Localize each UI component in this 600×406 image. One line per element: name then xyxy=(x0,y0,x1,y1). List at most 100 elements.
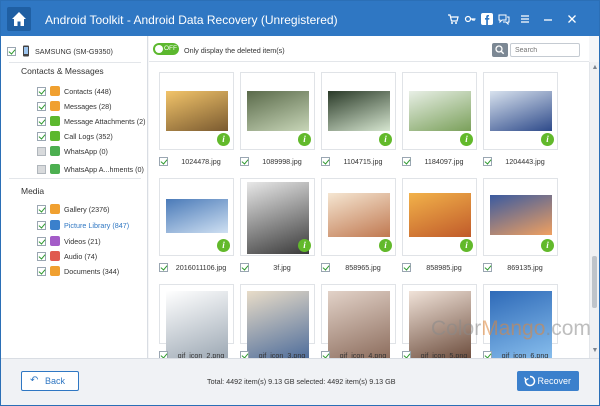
file-thumbnail[interactable]: i xyxy=(402,72,477,150)
file-name-row: gif_icon_3.png xyxy=(240,350,315,358)
back-arrow-icon: ↶ xyxy=(30,375,39,386)
file-checkbox[interactable] xyxy=(402,350,411,358)
scroll-down-icon[interactable]: ▼ xyxy=(591,347,599,355)
minimize-icon[interactable] xyxy=(542,13,554,25)
sidebar-item-checkbox[interactable] xyxy=(37,86,46,96)
sidebar-item-label: Messages (28) xyxy=(64,101,112,111)
watermark-suffix: .com xyxy=(545,317,591,340)
file-checkbox[interactable] xyxy=(240,156,249,166)
scroll-thumb[interactable] xyxy=(592,256,597,308)
menu-icon[interactable] xyxy=(519,13,531,25)
file-checkbox[interactable] xyxy=(159,262,168,272)
whatsapp-icon xyxy=(50,146,60,156)
title-bar: Android Toolkit - Android Data Recovery … xyxy=(1,1,599,36)
info-icon[interactable]: i xyxy=(460,239,473,252)
app-window: Android Toolkit - Android Data Recovery … xyxy=(0,0,600,406)
phone-icon xyxy=(23,45,29,57)
file-checkbox[interactable] xyxy=(159,350,168,358)
search-button[interactable] xyxy=(492,43,508,57)
sidebar-item-checkbox[interactable] xyxy=(37,131,46,141)
file-checkbox[interactable] xyxy=(321,350,330,358)
file-thumbnail[interactable]: i xyxy=(159,178,234,256)
info-icon[interactable]: i xyxy=(379,133,392,146)
file-thumbnail[interactable]: i xyxy=(159,72,234,150)
close-icon[interactable] xyxy=(566,13,578,25)
info-icon[interactable]: i xyxy=(460,133,473,146)
info-icon[interactable]: i xyxy=(541,133,554,146)
file-checkbox[interactable] xyxy=(321,262,330,272)
back-button[interactable]: ↶ Back xyxy=(21,371,79,391)
device-row[interactable]: SAMSUNG (SM-G9350) xyxy=(7,45,113,57)
file-thumbnail[interactable] xyxy=(321,284,396,358)
sidebar-item-checkbox[interactable] xyxy=(37,101,46,111)
search-icon xyxy=(495,45,505,55)
sidebar-item-checkbox[interactable] xyxy=(37,164,46,174)
sidebar-item[interactable]: Documents (344) xyxy=(37,265,119,277)
file-checkbox[interactable] xyxy=(483,350,492,358)
sidebar-item[interactable]: Gallery (2376) xyxy=(37,203,110,215)
info-icon[interactable]: i xyxy=(217,239,230,252)
search-input[interactable] xyxy=(510,43,580,57)
info-icon[interactable]: i xyxy=(298,133,311,146)
cart-icon[interactable] xyxy=(447,13,459,25)
info-icon[interactable]: i xyxy=(541,239,554,252)
file-name-row: gif_icon_4.png xyxy=(321,350,396,358)
watermark-prefix: Color xyxy=(431,317,482,340)
file-checkbox[interactable] xyxy=(240,262,249,272)
scroll-up-icon[interactable]: ▲ xyxy=(591,64,599,72)
file-checkbox[interactable] xyxy=(402,262,411,272)
sidebar-item[interactable]: WhatsApp (0) xyxy=(37,145,108,157)
info-icon[interactable]: i xyxy=(379,239,392,252)
sidebar-item[interactable]: Picture Library (847) xyxy=(37,219,129,231)
sidebar-item-checkbox[interactable] xyxy=(37,220,46,230)
sidebar-item-checkbox[interactable] xyxy=(37,116,46,126)
scrollbar[interactable]: ▲ ▼ xyxy=(589,62,599,358)
sidebar-item[interactable]: Messages (28) xyxy=(37,100,112,112)
file-thumbnail[interactable]: i xyxy=(483,178,558,256)
file-preview-image xyxy=(328,291,390,358)
file-checkbox[interactable] xyxy=(321,156,330,166)
file-thumbnail[interactable] xyxy=(240,284,315,358)
file-thumbnail[interactable] xyxy=(159,284,234,358)
file-name-row: gif_icon_5.png xyxy=(402,350,477,358)
file-checkbox[interactable] xyxy=(402,156,411,166)
info-icon[interactable]: i xyxy=(217,133,230,146)
sidebar-item[interactable]: Call Logs (352) xyxy=(37,130,113,142)
sidebar-item[interactable]: Audio (74) xyxy=(37,250,97,262)
device-name: SAMSUNG (SM-G9350) xyxy=(35,46,113,56)
home-button[interactable] xyxy=(7,7,31,31)
file-thumbnail[interactable]: i xyxy=(483,72,558,150)
file-name-row: 3f.jpg xyxy=(240,262,315,272)
recover-button[interactable]: Recover xyxy=(517,371,579,391)
file-thumbnail[interactable]: i xyxy=(240,72,315,150)
info-icon[interactable]: i xyxy=(298,239,311,252)
file-checkbox[interactable] xyxy=(483,262,492,272)
device-checkbox[interactable] xyxy=(7,46,16,56)
sidebar-item-checkbox[interactable] xyxy=(37,146,46,156)
sidebar-item[interactable]: Videos (21) xyxy=(37,235,101,247)
facebook-icon[interactable] xyxy=(481,13,493,25)
sidebar-item[interactable]: Message Attachments (2) xyxy=(37,115,146,127)
file-preview-image xyxy=(247,91,309,131)
sidebar-item-checkbox[interactable] xyxy=(37,266,46,276)
file-thumbnail[interactable]: i xyxy=(402,178,477,256)
file-name: gif_icon_2.png xyxy=(177,350,225,359)
sidebar-item-label: Audio (74) xyxy=(64,251,98,261)
file-checkbox[interactable] xyxy=(483,156,492,166)
file-checkbox[interactable] xyxy=(159,156,168,166)
sidebar-item-checkbox[interactable] xyxy=(37,236,46,246)
file-name-row: gif_icon_6.png xyxy=(483,350,558,358)
sidebar-item-label: Message Attachments (2) xyxy=(64,116,146,126)
file-thumbnail[interactable]: i xyxy=(240,178,315,256)
file-thumbnail[interactable]: i xyxy=(321,72,396,150)
file-thumbnail[interactable]: i xyxy=(321,178,396,256)
chat-icon[interactable] xyxy=(498,13,510,26)
sidebar-item[interactable]: WhatsApp A...hments (0) xyxy=(37,163,144,175)
file-checkbox[interactable] xyxy=(240,350,249,358)
sidebar-item-checkbox[interactable] xyxy=(37,251,46,261)
watermark: ColorMango.com xyxy=(431,317,591,341)
sidebar-item-checkbox[interactable] xyxy=(37,204,46,214)
deleted-only-toggle[interactable]: OFF xyxy=(153,43,179,55)
sidebar-item[interactable]: Contacts (448) xyxy=(37,85,111,97)
key-icon[interactable] xyxy=(464,13,476,25)
